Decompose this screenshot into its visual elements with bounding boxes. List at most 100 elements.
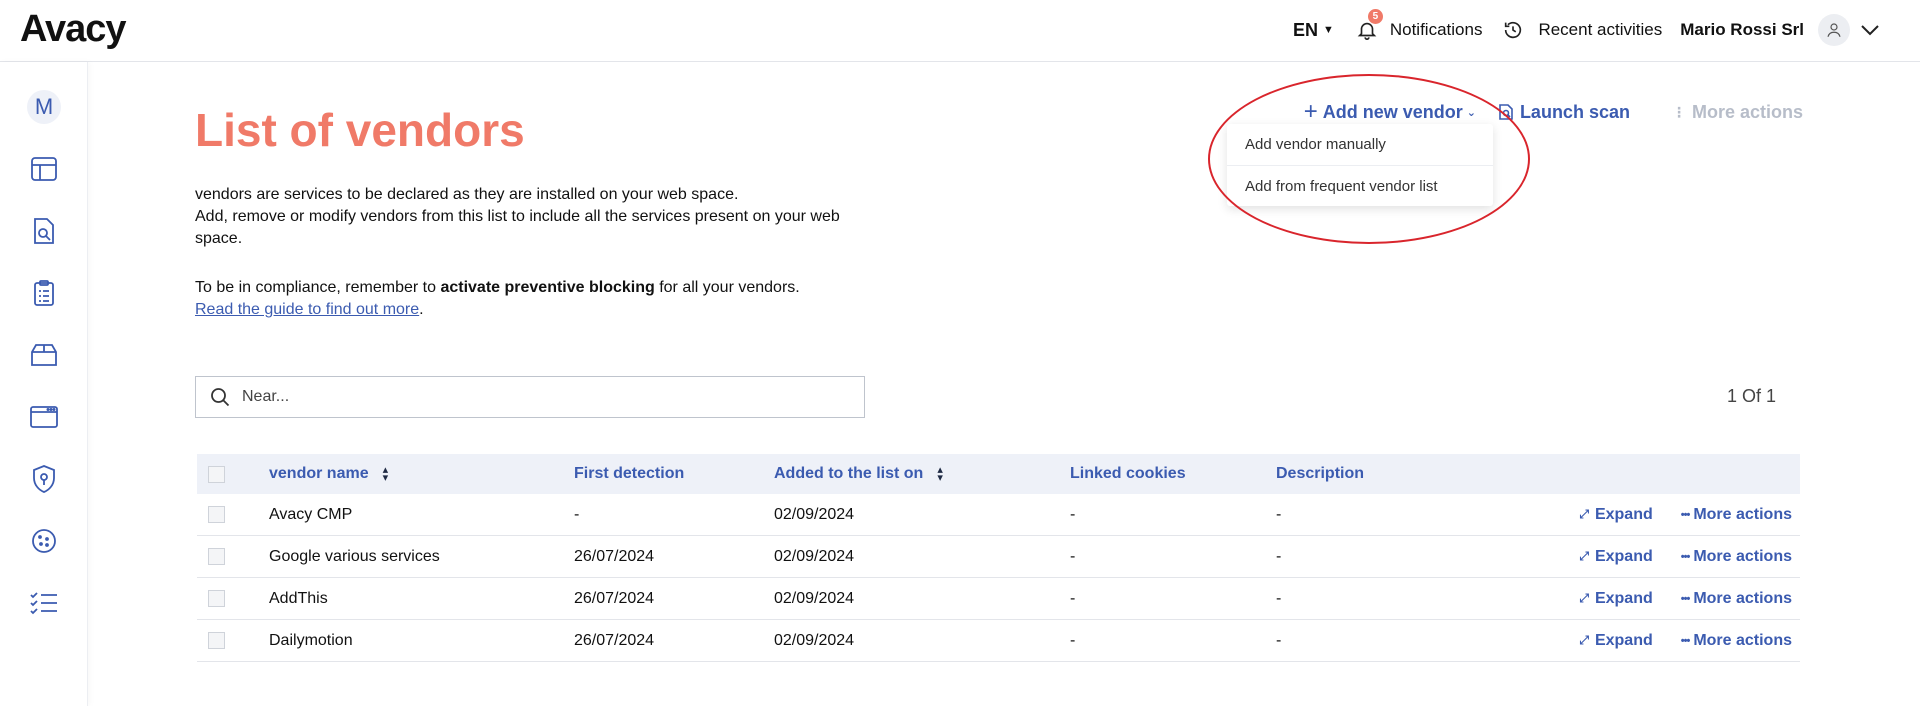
top-bar: Avacy EN ▼ 5 Notifications Recent activi…	[0, 0, 1920, 62]
search-box	[195, 376, 865, 418]
search-icon	[211, 388, 230, 407]
recent-activities-button[interactable]: Recent activities	[1502, 19, 1662, 41]
header-vendor-name[interactable]: vendor name ▴ ▾	[269, 465, 574, 484]
row-actions: ⤢ Expand ••• More actions	[1579, 590, 1800, 608]
workspace-avatar[interactable]: M	[27, 90, 61, 124]
expand-icon: ⤢	[1579, 549, 1589, 563]
expand-button[interactable]: ⤢ Expand	[1579, 632, 1652, 650]
notifications-button[interactable]: 5 Notifications	[1356, 9, 1482, 41]
expand-label: Expand	[1594, 547, 1653, 565]
sort-icon[interactable]: ▴ ▾	[937, 465, 943, 484]
row-more-actions-label: More actions	[1693, 547, 1792, 565]
page-actions: + Add new vendor ⌄ Launch scan ⋮ More ac…	[1304, 98, 1803, 126]
compliance-note: To be in compliance, remember to activat…	[195, 277, 800, 321]
horizontal-dots-icon: •••	[1680, 508, 1691, 521]
top-right-controls: EN ▼ 5 Notifications Recent activities M…	[1293, 0, 1880, 60]
cell-linked-cookies: -	[1070, 631, 1076, 649]
add-new-vendor-button[interactable]: + Add new vendor ⌄	[1304, 98, 1476, 126]
document-search-icon[interactable]	[29, 216, 59, 246]
horizontal-dots-icon: •••	[1680, 550, 1691, 563]
expand-button[interactable]: ⤢ Expand	[1579, 548, 1652, 566]
cell-first-detection: 26/07/2024	[574, 631, 655, 649]
row-checkbox[interactable]	[208, 506, 225, 523]
launch-scan-label: Launch scan	[1519, 101, 1630, 122]
chevron-down-icon: ⌄	[1466, 106, 1476, 119]
add-vendor-manually-item[interactable]: Add vendor manually	[1227, 124, 1493, 165]
row-actions: ⤢ Expand ••• More actions	[1579, 632, 1800, 650]
checklist-icon[interactable]	[29, 588, 59, 618]
guide-dot: .	[419, 301, 424, 318]
history-icon	[1505, 21, 1522, 39]
row-more-actions-button[interactable]: ••• More actions	[1681, 506, 1792, 524]
horizontal-dots-icon: •••	[1680, 592, 1691, 605]
language-selector[interactable]: EN ▼	[1293, 20, 1334, 41]
sort-icon[interactable]: ▴ ▾	[383, 465, 389, 484]
select-all-checkbox[interactable]	[208, 465, 225, 483]
table-row[interactable]: Dailymotion 26/07/2024 02/09/2024 - - ⤢ E…	[197, 620, 1800, 662]
cell-description: -	[1276, 589, 1282, 607]
add-new-vendor-label: Add new vendor	[1322, 101, 1463, 122]
cell-description: -	[1276, 631, 1282, 649]
row-more-actions-button[interactable]: ••• More actions	[1681, 632, 1792, 650]
expand-label: Expand	[1594, 589, 1653, 607]
avacy-logo[interactable]: Avacy	[20, 8, 127, 51]
expand-icon: ⤢	[1579, 591, 1589, 605]
cookie-icon[interactable]	[29, 526, 59, 556]
add-from-frequent-list-item[interactable]: Add from frequent vendor list	[1227, 165, 1493, 206]
table-row[interactable]: Google various services 26/07/2024 02/09…	[197, 536, 1800, 578]
compliance-text-post: for all your vendors.	[654, 279, 800, 296]
sidebar: M	[0, 62, 88, 706]
compliance-text-pre: To be in compliance, remember to	[195, 279, 441, 296]
shield-icon[interactable]	[29, 464, 59, 494]
row-checkbox[interactable]	[208, 548, 225, 565]
clipboard-list-icon[interactable]	[29, 278, 59, 308]
row-more-actions-label: More actions	[1693, 631, 1792, 649]
table-row[interactable]: Avacy CMP - 02/09/2024 - - ⤢ Expand ••• Mo…	[197, 494, 1800, 536]
company-name: Mario Rossi Srl	[1680, 20, 1804, 39]
pagination-info: 1 Of 1	[1726, 386, 1776, 406]
search-input[interactable]	[242, 388, 842, 406]
expand-button[interactable]: ⤢ Expand	[1579, 590, 1652, 608]
row-actions: ⤢ Expand ••• More actions	[1579, 506, 1800, 524]
notifications-badge: 5	[1367, 9, 1383, 24]
guide-link[interactable]: Read the guide to find out more	[195, 301, 419, 318]
header-first-detection: First detection	[574, 465, 685, 482]
cell-added-on: 02/09/2024	[774, 547, 855, 565]
page-intro: vendors are services to be declared as t…	[195, 184, 855, 250]
box-icon[interactable]	[29, 340, 59, 370]
cell-vendor-name: Avacy CMP	[269, 505, 353, 523]
intro-line-1: vendors are services to be declared as t…	[195, 186, 739, 203]
language-label: EN	[1292, 19, 1318, 40]
header-vendor-name-label: vendor name	[269, 465, 369, 482]
launch-scan-button[interactable]: Launch scan	[1498, 102, 1630, 123]
user-icon	[1827, 23, 1841, 37]
table-header: vendor name ▴ ▾ First detection Added to …	[197, 454, 1800, 494]
account-menu-chevron-down-icon[interactable]	[1860, 20, 1880, 40]
cell-linked-cookies: -	[1070, 505, 1076, 523]
cell-first-detection: 26/07/2024	[574, 547, 655, 565]
cell-vendor-name: Google various services	[269, 547, 440, 565]
row-checkbox[interactable]	[208, 632, 225, 649]
page-title: List of vendors	[195, 104, 525, 156]
more-actions-button[interactable]: ⋮ More actions	[1672, 102, 1803, 123]
user-avatar[interactable]	[1818, 14, 1850, 46]
cell-description: -	[1276, 505, 1282, 523]
row-more-actions-label: More actions	[1693, 505, 1792, 523]
row-checkbox[interactable]	[208, 590, 225, 607]
cell-first-detection: 26/07/2024	[574, 589, 655, 607]
cell-linked-cookies: -	[1070, 589, 1076, 607]
caret-down-icon: ▼	[1322, 24, 1334, 36]
row-more-actions-label: More actions	[1693, 589, 1792, 607]
row-more-actions-button[interactable]: ••• More actions	[1681, 548, 1792, 566]
browser-window-icon[interactable]	[29, 402, 59, 432]
scan-icon	[1499, 104, 1513, 120]
plus-icon: +	[1303, 98, 1318, 125]
row-more-actions-button[interactable]: ••• More actions	[1681, 590, 1792, 608]
layout-icon[interactable]	[29, 154, 59, 184]
header-added-on[interactable]: Added to the list on ▴ ▾	[774, 465, 1070, 484]
row-actions: ⤢ Expand ••• More actions	[1579, 548, 1800, 566]
cell-vendor-name: AddThis	[269, 589, 328, 607]
expand-icon: ⤢	[1579, 633, 1589, 647]
table-row[interactable]: AddThis 26/07/2024 02/09/2024 - - ⤢ Expan…	[197, 578, 1800, 620]
expand-button[interactable]: ⤢ Expand	[1579, 506, 1652, 524]
